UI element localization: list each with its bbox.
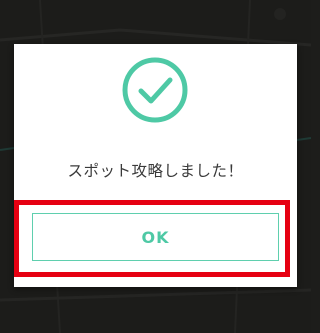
check-circle-icon	[122, 57, 188, 123]
ok-button[interactable]: OK	[32, 213, 279, 261]
dialog-message: スポット攻略しました！	[67, 162, 244, 180]
